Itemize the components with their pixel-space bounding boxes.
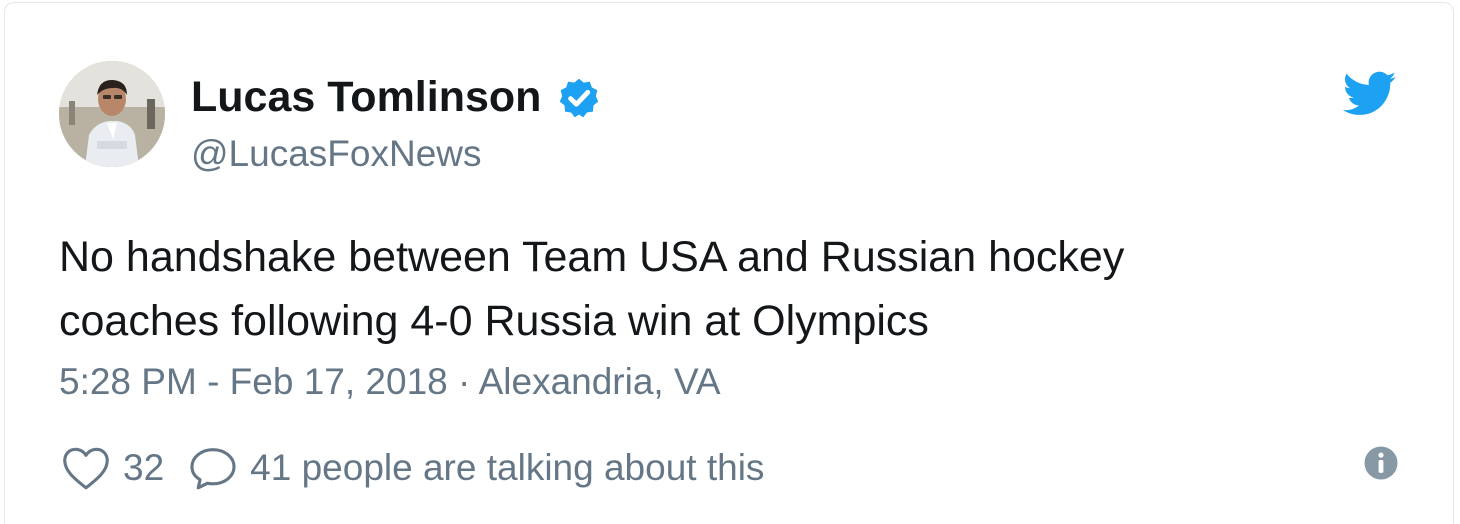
info-icon[interactable]	[1363, 445, 1399, 481]
conversation-link[interactable]: 41 people are talking about this	[188, 445, 764, 491]
author-name-row: Lucas Tomlinson	[191, 73, 601, 122]
embedded-tweet-card: Lucas Tomlinson @LucasFoxNews No handsha…	[4, 2, 1454, 524]
tweet-actions: 32 41 people are talking about this	[61, 441, 764, 495]
avatar-photo	[59, 61, 165, 167]
like-count: 32	[123, 447, 165, 488]
author-handle[interactable]: @LucasFoxNews	[191, 133, 482, 175]
verified-badge-icon	[560, 78, 599, 117]
avatar[interactable]	[59, 61, 165, 167]
meta-separator: ·	[447, 361, 479, 402]
tweet-text: No handshake between Team USA and Russia…	[59, 225, 1359, 353]
conversation-count-text: 41 people are talking about this	[250, 447, 765, 488]
tweet-location[interactable]: Alexandria, VA	[479, 361, 721, 402]
tweet-timestamp[interactable]: 5:28 PM - Feb 17, 2018	[59, 361, 448, 402]
tweet-meta: 5:28 PM - Feb 17, 2018 · Alexandria, VA	[59, 361, 721, 403]
speech-bubble-icon	[190, 448, 236, 490]
twitter-bird-icon[interactable]	[1343, 71, 1397, 117]
author-name[interactable]: Lucas Tomlinson	[191, 73, 541, 122]
tweet-text-line: coaches following 4-0 Russia win at Olym…	[59, 297, 929, 345]
heart-icon	[63, 447, 109, 490]
tweet-text-line: No handshake between Team USA and Russia…	[59, 233, 1125, 281]
like-button[interactable]: 32	[61, 445, 188, 491]
